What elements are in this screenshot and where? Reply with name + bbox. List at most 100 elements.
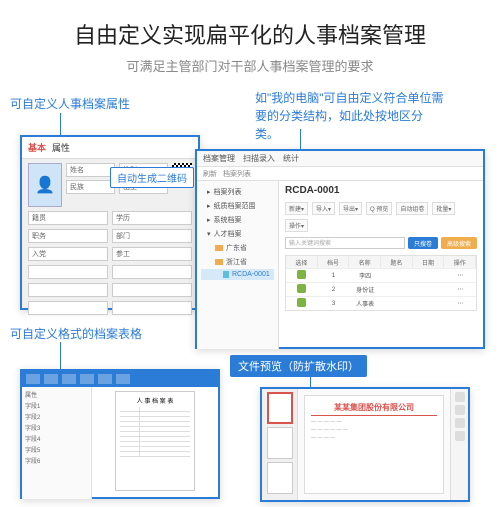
field-item[interactable]: 字段2 <box>25 412 88 421</box>
table-row[interactable]: 3人事表⋯ <box>286 296 476 310</box>
avatar-icon <box>297 298 306 307</box>
folder-icon <box>215 259 223 265</box>
thumbnail[interactable] <box>267 427 293 459</box>
btn-import[interactable]: 导入▾ <box>312 202 335 215</box>
photo-placeholder[interactable]: 👤 <box>28 163 62 207</box>
file-icon <box>223 271 229 278</box>
callout-line <box>60 342 61 372</box>
btn-batch[interactable]: 批量▾ <box>432 202 455 215</box>
folder-icon <box>215 245 223 251</box>
form-title: 人 事 档 案 表 <box>120 396 190 405</box>
field[interactable] <box>28 283 108 297</box>
callout-preview: 文件预览（防扩散水印） <box>230 355 367 377</box>
field-list: 属性 字段1 字段2 字段3 字段4 字段5 字段6 <box>22 387 92 499</box>
tree-item[interactable]: ▸档案列表 <box>201 185 274 199</box>
field[interactable]: 学历 <box>112 211 192 225</box>
tree-item[interactable]: ▾人才档案 <box>201 227 274 241</box>
tool-btn[interactable] <box>62 374 76 384</box>
tool-icon[interactable] <box>455 392 465 402</box>
avatar-icon <box>297 284 306 293</box>
field[interactable] <box>112 301 192 315</box>
field[interactable] <box>112 265 192 279</box>
field-item[interactable]: 字段5 <box>25 445 88 454</box>
col: 名称 <box>349 256 381 268</box>
tree-item[interactable]: ▸系统档案 <box>201 213 274 227</box>
callout-attributes: 可自定义人事档案属性 <box>10 95 130 112</box>
person-icon: 👤 <box>35 175 55 195</box>
main-menu: 档案管理 扫描录入 统计 <box>197 151 483 167</box>
divider <box>311 415 437 416</box>
adv-search-button[interactable]: 高级搜索 <box>441 237 477 249</box>
panel-preview: 某某集团股份有限公司 — — — — —— — — — — —— — — — <box>260 387 470 502</box>
panel-attributes: 基本 属性 👤 姓名性别 民族出生 籍贯学历 职务部门 入党参工 <box>20 135 200 310</box>
field-item[interactable]: 字段1 <box>25 401 88 410</box>
field[interactable] <box>28 301 108 315</box>
field-item[interactable]: 字段3 <box>25 423 88 432</box>
tool-btn[interactable] <box>80 374 94 384</box>
avatar-icon <box>297 270 306 279</box>
field[interactable]: 姓名 <box>66 163 115 177</box>
tool-icon[interactable] <box>455 418 465 428</box>
col: 题名 <box>381 256 413 268</box>
tree-sidebar: ▸档案列表 ▸纸质档案范围 ▸系统档案 ▾人才档案 广东省 浙江省 RCDA-0… <box>197 181 279 349</box>
tool-icon[interactable] <box>455 405 465 415</box>
tool-btn[interactable] <box>98 374 112 384</box>
tab-props[interactable]: 属性 <box>52 141 70 154</box>
callout-table: 可自定义格式的档案表格 <box>10 325 142 342</box>
field[interactable]: 籍贯 <box>28 211 108 225</box>
col: 日期 <box>413 256 445 268</box>
field-item[interactable]: 字段4 <box>25 434 88 443</box>
btn-new[interactable]: 新建▾ <box>285 202 308 215</box>
thumbnail[interactable] <box>267 392 293 424</box>
menu-item[interactable]: 扫描录入 <box>243 153 275 164</box>
col: 选择 <box>286 256 318 268</box>
field-item[interactable]: 属性 <box>25 390 88 399</box>
content-title: RCDA-0001 <box>279 181 483 200</box>
field-item[interactable]: 字段6 <box>25 456 88 465</box>
field[interactable]: 民族 <box>66 180 115 194</box>
sub-item[interactable]: 刷新 <box>203 169 217 179</box>
feature-canvas: 可自定义人事档案属性 自动生成二维码 如"我的电脑"可自由定义符合单位需要的分类… <box>0 87 500 507</box>
content-toolbar: 新建▾ 导入▾ 导出▾ Q 预览 自动组卷 批量▾ 操作▾ <box>279 200 483 234</box>
table-row[interactable]: 2身份证⋯ <box>286 282 476 296</box>
field[interactable] <box>112 283 192 297</box>
page-subtitle: 可满足主管部门对干部人事档案管理的要求 <box>0 56 500 75</box>
tree-item[interactable]: ▸纸质档案范围 <box>201 199 274 213</box>
sub-item[interactable]: 档案列表 <box>223 169 251 179</box>
tree-item[interactable]: 广东省 <box>201 241 274 255</box>
watermark-text: — — — — —— — — — — —— — — — <box>311 418 437 442</box>
field[interactable]: 部门 <box>112 229 192 243</box>
tree-item-selected[interactable]: RCDA-0001 <box>201 269 274 280</box>
callout-qrcode: 自动生成二维码 <box>110 167 194 188</box>
document-page: 某某集团股份有限公司 — — — — —— — — — — —— — — — <box>304 395 444 494</box>
table-header: 选择 档号 名称 题名 日期 操作 <box>286 256 476 268</box>
thumbnail[interactable] <box>267 462 293 494</box>
tool-btn[interactable] <box>26 374 40 384</box>
tool-btn[interactable] <box>116 374 130 384</box>
panel-tabs: 基本 属性 <box>22 137 198 159</box>
search-button[interactable]: 只搜卷 <box>408 237 438 249</box>
col: 档号 <box>318 256 350 268</box>
thumbnail-strip <box>262 389 298 500</box>
table-row[interactable]: 1李四⋯ <box>286 268 476 282</box>
col: 操作 <box>444 256 476 268</box>
callout-region: 如"我的电脑"可自由定义符合单位需要的分类结构，如此处按地区分类。 <box>255 89 445 143</box>
field[interactable]: 参工 <box>112 247 192 261</box>
tool-icon[interactable] <box>455 431 465 441</box>
search-input[interactable]: 输入关键词搜索 <box>285 237 405 249</box>
btn-preview[interactable]: Q 预览 <box>366 202 392 215</box>
tab-basic[interactable]: 基本 <box>28 141 46 154</box>
tool-btn[interactable] <box>44 374 58 384</box>
company-header: 某某集团股份有限公司 <box>311 402 437 413</box>
field[interactable]: 入党 <box>28 247 108 261</box>
menu-item[interactable]: 统计 <box>283 153 299 164</box>
btn-autogroup[interactable]: 自动组卷 <box>396 202 428 215</box>
btn-export[interactable]: 导出▾ <box>339 202 362 215</box>
menu-item[interactable]: 档案管理 <box>203 153 235 164</box>
field[interactable]: 职务 <box>28 229 108 243</box>
btn-action[interactable]: 操作▾ <box>285 219 308 232</box>
document-viewer[interactable]: 某某集团股份有限公司 — — — — —— — — — — —— — — — <box>298 389 450 500</box>
panel-form-designer: 属性 字段1 字段2 字段3 字段4 字段5 字段6 人 事 档 案 表 <box>20 369 220 499</box>
field[interactable] <box>28 265 108 279</box>
tree-item[interactable]: 浙江省 <box>201 255 274 269</box>
